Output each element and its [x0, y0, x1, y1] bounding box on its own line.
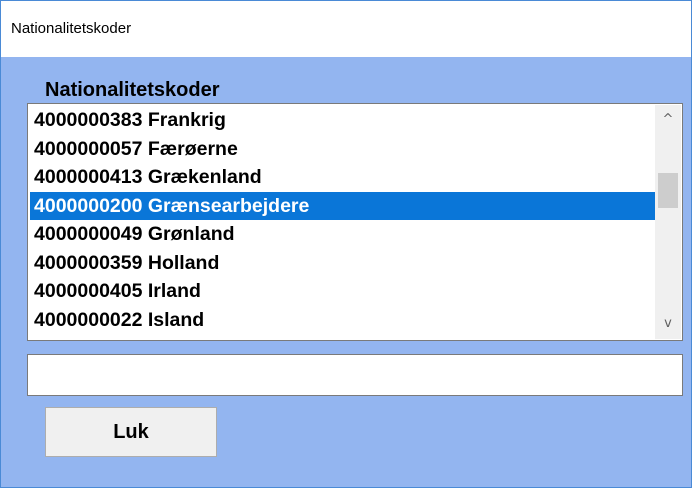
close-button[interactable]: Luk — [45, 407, 217, 457]
list-item-selected[interactable]: 4000000200 Grænsearbejdere — [30, 191, 656, 220]
nationality-code-listbox[interactable]: 4000000383 Frankrig 4000000057 Færøerne … — [27, 103, 683, 341]
list-group-label: Nationalitetskoder — [45, 79, 220, 101]
listbox-items: 4000000383 Frankrig 4000000057 Færøerne … — [30, 106, 656, 334]
dialog-client-area: Nationalitetskoder 4000000383 Frankrig 4… — [1, 57, 691, 487]
list-item[interactable]: 4000000359 Holland — [30, 249, 656, 278]
list-item[interactable]: 4000000413 Grækenland — [30, 163, 656, 192]
scrollbar-thumb[interactable] — [658, 173, 678, 208]
vertical-scrollbar[interactable]: ^ v — [655, 105, 681, 339]
list-item[interactable]: 4000000405 Irland — [30, 277, 656, 306]
list-item[interactable]: 4000000057 Færøerne — [30, 135, 656, 164]
list-item[interactable]: 4000000049 Grønland — [30, 220, 656, 249]
window-title: Nationalitetskoder — [11, 20, 132, 37]
list-item[interactable]: 4000000022 Island — [30, 306, 656, 335]
code-text-field[interactable] — [27, 354, 683, 396]
list-item[interactable]: 4000000383 Frankrig — [30, 106, 656, 135]
chevron-up-icon[interactable]: ^ — [655, 107, 681, 133]
nationalitetskoder-window: Nationalitetskoder Nationalitetskoder 40… — [0, 0, 692, 488]
chevron-down-icon[interactable]: v — [655, 311, 681, 337]
title-bar[interactable]: Nationalitetskoder — [1, 1, 691, 57]
